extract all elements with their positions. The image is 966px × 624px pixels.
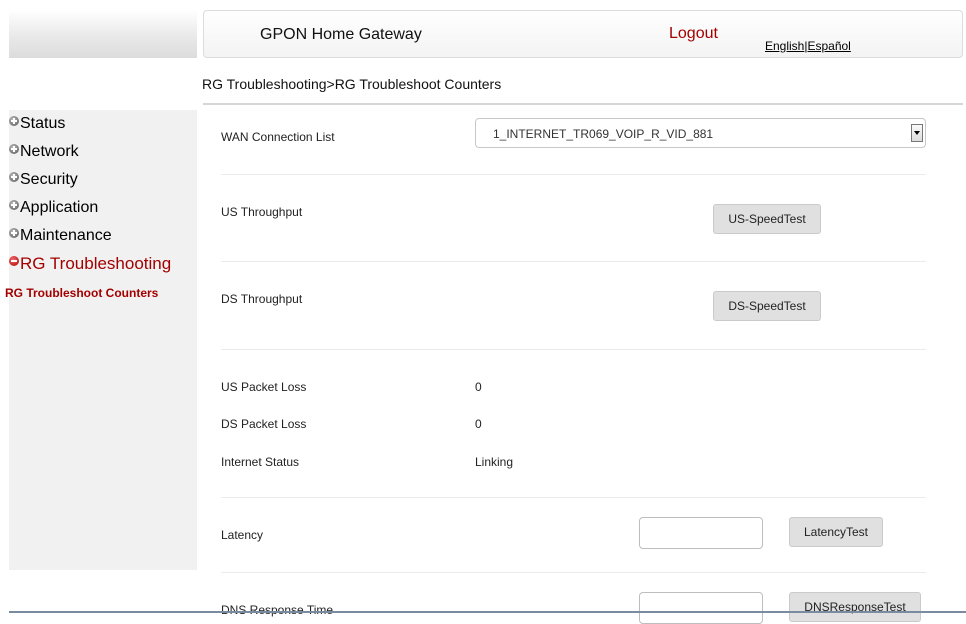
us-throughput-label: US Throughput [221, 205, 303, 219]
logout-link[interactable]: Logout [669, 25, 718, 43]
chevron-down-icon[interactable] [911, 124, 923, 142]
us-packet-loss-label: US Packet Loss [221, 380, 307, 394]
sidebar-item-label: Maintenance [20, 227, 112, 244]
plus-icon [9, 200, 19, 210]
internet-status-value: Linking [475, 455, 514, 469]
dns-response-time-label: DNS Response Time [221, 603, 334, 617]
sidebar-item-status[interactable]: Status [9, 115, 65, 133]
ds-speedtest-button[interactable]: DS-SpeedTest [713, 291, 821, 321]
plus-icon [9, 116, 19, 126]
lang-spanish-link[interactable]: Español [807, 39, 850, 53]
bottom-divider [9, 611, 966, 613]
lang-english-link[interactable]: English [765, 39, 804, 53]
wan-connection-label: WAN Connection List [221, 130, 335, 144]
latency-label: Latency [221, 528, 264, 542]
row-divider [221, 174, 926, 175]
ds-packet-loss-label: DS Packet Loss [221, 417, 307, 431]
us-packet-loss-value: 0 [475, 380, 482, 394]
sidebar-item-maintenance[interactable]: Maintenance [9, 227, 112, 245]
row-divider [221, 261, 926, 262]
us-speedtest-button[interactable]: US-SpeedTest [713, 204, 821, 234]
plus-icon [9, 144, 19, 154]
row-divider [221, 349, 926, 350]
plus-icon [9, 228, 19, 238]
latency-test-button[interactable]: LatencyTest [789, 517, 883, 547]
minus-icon [9, 256, 19, 266]
row-divider [221, 497, 926, 498]
sidebar-item-label: RG Troubleshooting [20, 254, 172, 273]
sidebar-item-network[interactable]: Network [9, 143, 79, 161]
app-title: GPON Home Gateway [260, 26, 422, 43]
sidebar-item-label: Network [20, 143, 79, 160]
wan-connection-selected-value: 1_INTERNET_TR069_VOIP_R_VID_881 [493, 127, 714, 141]
sidebar-subitem-rg-troubleshoot-counters[interactable]: RG Troubleshoot Counters [5, 286, 158, 300]
sidebar-item-label: Application [20, 199, 99, 216]
sidebar-item-security[interactable]: Security [9, 171, 78, 189]
internet-status-label: Internet Status [221, 455, 300, 469]
sidebar-item-label: Status [20, 115, 66, 132]
plus-icon [9, 172, 19, 182]
language-switcher: English|Español [765, 39, 851, 53]
sidebar-item-label: Security [20, 171, 78, 188]
breadcrumb: RG Troubleshooting>RG Troubleshoot Count… [202, 76, 502, 92]
dns-response-result-field[interactable] [639, 592, 763, 624]
sidebar-item-rg-troubleshooting[interactable]: RG Troubleshooting [9, 254, 171, 274]
breadcrumb-divider [203, 103, 963, 105]
ds-packet-loss-value: 0 [475, 417, 482, 431]
sidebar: Status Network Security Application Main… [9, 110, 197, 570]
header-bar: GPON Home Gateway Logout English|Español [203, 10, 963, 58]
wan-connection-select[interactable]: 1_INTERNET_TR069_VOIP_R_VID_881 [475, 118, 926, 148]
ds-throughput-label: DS Throughput [221, 292, 303, 306]
latency-result-field[interactable] [639, 517, 763, 549]
row-divider [221, 572, 926, 573]
logo-area [9, 10, 197, 58]
sidebar-item-application[interactable]: Application [9, 199, 98, 217]
